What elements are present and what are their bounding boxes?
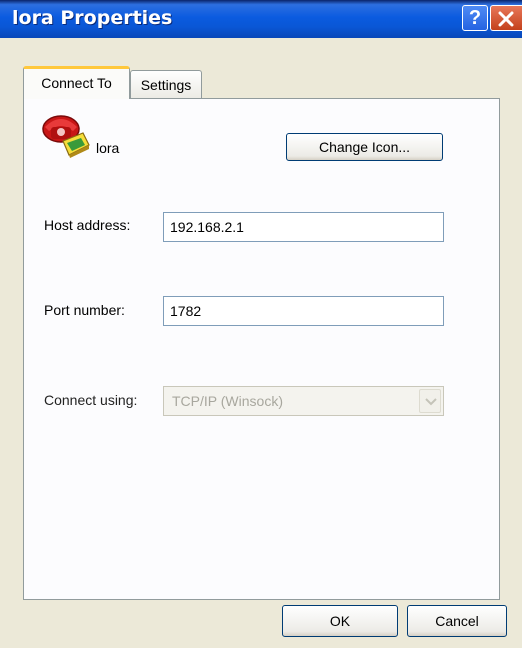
- close-icon: [498, 11, 514, 27]
- connect-using-select[interactable]: TCP/IP (Winsock): [163, 386, 444, 416]
- port-number-input[interactable]: 1782: [163, 296, 444, 326]
- dropdown-button[interactable]: [419, 389, 441, 413]
- title-bar[interactable]: lora Properties ?: [0, 0, 522, 38]
- port-number-label: Port number:: [44, 302, 125, 318]
- connection-name: lora: [96, 140, 120, 156]
- ok-button[interactable]: OK: [282, 605, 398, 637]
- change-icon-button[interactable]: Change Icon...: [286, 133, 443, 161]
- cancel-button[interactable]: Cancel: [407, 605, 507, 637]
- close-button[interactable]: [490, 5, 522, 31]
- tab-connect-to-label: Connect To: [41, 75, 112, 91]
- tab-settings-label: Settings: [140, 77, 192, 93]
- connect-using-label: Connect using:: [44, 392, 138, 408]
- help-button[interactable]: ?: [462, 5, 488, 31]
- host-address-label: Host address:: [44, 217, 131, 233]
- tab-settings[interactable]: Settings: [130, 70, 202, 98]
- chevron-down-icon: [425, 398, 437, 406]
- host-address-input[interactable]: 192.168.2.1: [163, 212, 444, 242]
- help-icon: ?: [468, 7, 482, 29]
- telephone-connection-icon: [42, 115, 90, 158]
- tab-connect-to[interactable]: Connect To: [23, 66, 130, 99]
- tab-panel: [23, 98, 500, 600]
- connect-using-value: TCP/IP (Winsock): [172, 393, 283, 409]
- window-title: lora Properties: [12, 7, 173, 29]
